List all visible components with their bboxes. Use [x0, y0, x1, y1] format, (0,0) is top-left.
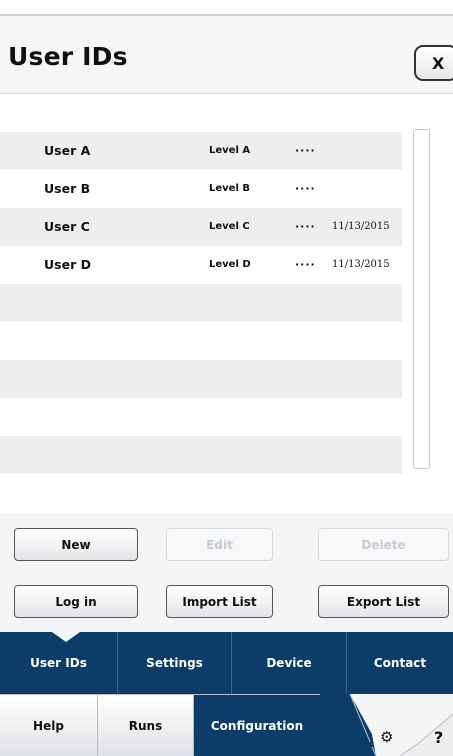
- user-level: Level D: [209, 259, 251, 270]
- table-row[interactable]: User A Level A ····: [0, 132, 402, 170]
- edit-button[interactable]: Edit: [166, 528, 273, 561]
- user-name: User A: [44, 143, 91, 158]
- chevron-left-icon[interactable]: ‹: [368, 736, 374, 752]
- active-tab-indicator: [52, 632, 80, 642]
- page-title: User IDs: [8, 42, 128, 71]
- empty-row: [0, 284, 402, 322]
- user-level: Level A: [209, 145, 251, 156]
- user-level: Level B: [209, 183, 250, 194]
- user-date: 11/13/2015: [332, 221, 390, 232]
- tab-help[interactable]: Help: [0, 695, 98, 756]
- user-password: ····: [295, 182, 316, 195]
- tab-settings[interactable]: Settings: [118, 632, 232, 694]
- page-header: User IDs X: [0, 16, 453, 94]
- action-panel: New Edit Delete Log in Import List Expor…: [0, 514, 453, 632]
- user-password: ····: [295, 144, 316, 157]
- list-scrollbar[interactable]: [413, 129, 430, 469]
- help-button[interactable]: ?: [434, 728, 443, 747]
- user-date: 11/13/2015: [332, 259, 390, 270]
- user-name: User D: [44, 257, 91, 272]
- empty-row: [0, 436, 402, 474]
- table-row[interactable]: User B Level B ····: [0, 170, 402, 208]
- tab-configuration[interactable]: Configuration: [194, 695, 320, 756]
- export-list-button[interactable]: Export List: [318, 585, 449, 618]
- empty-row: [0, 398, 402, 436]
- log-in-button[interactable]: Log in: [14, 585, 138, 618]
- close-button[interactable]: X: [414, 45, 453, 81]
- user-name: User C: [44, 219, 90, 234]
- gears-icon[interactable]: ⚙: [380, 728, 393, 746]
- import-list-button[interactable]: Import List: [166, 585, 273, 618]
- tab-contact[interactable]: Contact: [347, 632, 453, 694]
- new-button[interactable]: New: [14, 528, 138, 561]
- user-level: Level C: [209, 221, 250, 232]
- table-row[interactable]: User C Level C ···· 11/13/2015: [0, 208, 402, 246]
- delete-button[interactable]: Delete: [318, 528, 449, 561]
- user-list: User A Level A ···· User B Level B ···· …: [0, 94, 453, 514]
- tab-runs[interactable]: Runs: [98, 695, 194, 756]
- user-name: User B: [44, 181, 91, 196]
- empty-row: [0, 322, 402, 360]
- user-password: ····: [295, 220, 316, 233]
- user-password: ····: [295, 258, 316, 271]
- tab-device[interactable]: Device: [232, 632, 347, 694]
- empty-row: [0, 360, 402, 398]
- table-row[interactable]: User D Level D ···· 11/13/2015: [0, 246, 402, 284]
